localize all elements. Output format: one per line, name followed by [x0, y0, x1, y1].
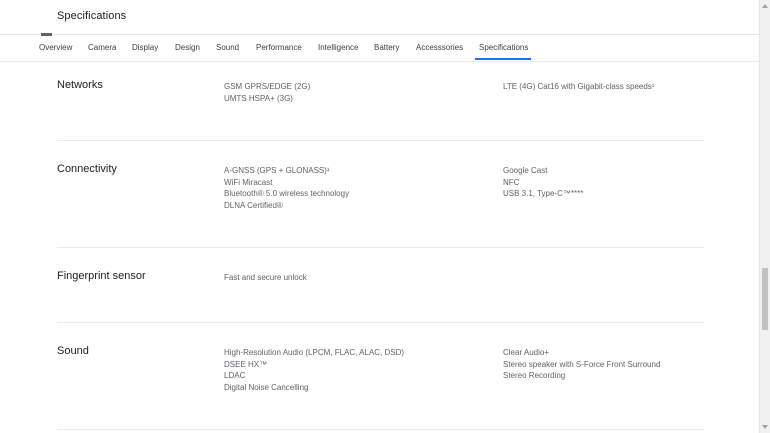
spec-item: GSM GPRS/EDGE (2G) [224, 82, 311, 91]
sticky-header: Specifications Overview Camera Display D… [0, 0, 759, 62]
tab-battery[interactable]: Battery [374, 43, 399, 52]
active-tab-indicator [475, 58, 531, 60]
section-title: Sound [57, 345, 89, 357]
section-title: Fingerprint sensor [57, 270, 146, 282]
scroll-up-arrow-icon[interactable] [762, 4, 768, 8]
spec-column-right: Google Cast NFC USB 3.1, Type-C™**** [503, 165, 583, 200]
tab-intelligence[interactable]: Intelligence [318, 43, 358, 52]
section-tabs: Overview Camera Display Design Sound Per… [0, 36, 759, 62]
vertical-scrollbar[interactable] [759, 0, 770, 433]
spec-item: Stereo Recording [503, 371, 566, 380]
spec-item: Fast and secure unlock [224, 273, 307, 282]
spec-item: Digital Noise Cancelling [224, 382, 309, 392]
tab-sound[interactable]: Sound [216, 43, 239, 52]
spec-item: WiFi Miracast [224, 177, 273, 187]
page-title: Specifications [57, 10, 127, 22]
tab-camera[interactable]: Camera [88, 43, 116, 52]
section-divider [57, 429, 704, 430]
spec-item: LDAC [224, 371, 246, 380]
section-title: Networks [57, 79, 103, 91]
section-divider [57, 140, 704, 141]
tab-overview[interactable]: Overview [39, 43, 72, 52]
spec-column-left: High-Resolution Audio (LPCM, FLAC, ALAC,… [224, 347, 404, 393]
tabs-divider [0, 61, 759, 62]
spec-item: LTE (4G) Cat16 with Gigabit-class speeds… [503, 82, 655, 91]
scroll-down-arrow-icon[interactable] [762, 425, 768, 429]
section-divider [57, 247, 704, 248]
tab-accessories[interactable]: Accesssories [416, 43, 463, 52]
spec-column-left: A-GNSS (GPS + GLONASS)¹ WiFi Miracast Bl… [224, 165, 349, 211]
tab-performance[interactable]: Performance [256, 43, 302, 52]
spec-column-right: LTE (4G) Cat16 with Gigabit-class speeds… [503, 81, 654, 93]
spec-item: NFC [503, 177, 520, 187]
scrollbar-thumb[interactable] [762, 268, 768, 330]
spec-column-left: GSM GPRS/EDGE (2G) UMTS HSPA+ (3G) [224, 81, 310, 104]
spec-item: Stereo speaker with S-Force Front Surrou… [503, 359, 661, 369]
spec-item: DLNA Certified® [224, 200, 283, 210]
spec-item: DSEE HX™ [224, 359, 268, 369]
tab-specifications[interactable]: Specifications [479, 43, 528, 52]
spec-item: Bluetooth® 5.0 wireless technology [224, 189, 350, 198]
tab-design[interactable]: Design [175, 43, 200, 52]
spec-item: UMTS HSPA+ (3G) [224, 93, 293, 103]
spec-item: USB 3.1, Type-C™**** [503, 189, 584, 198]
tab-display[interactable]: Display [132, 43, 158, 52]
spec-column-right: Clear Audio+ Stereo speaker with S-Force… [503, 347, 660, 382]
spec-column-left: Fast and secure unlock [224, 272, 307, 284]
page: Specifications Overview Camera Display D… [0, 0, 770, 433]
spec-item: A-GNSS (GPS + GLONASS)¹ [224, 166, 330, 175]
spec-item: Google Cast [503, 166, 548, 175]
section-divider [57, 322, 704, 323]
section-title: Connectivity [57, 163, 117, 175]
spec-item: Clear Audio+ [503, 348, 550, 357]
header-divider [0, 34, 759, 35]
spec-item: High-Resolution Audio (LPCM, FLAC, ALAC,… [224, 348, 405, 357]
